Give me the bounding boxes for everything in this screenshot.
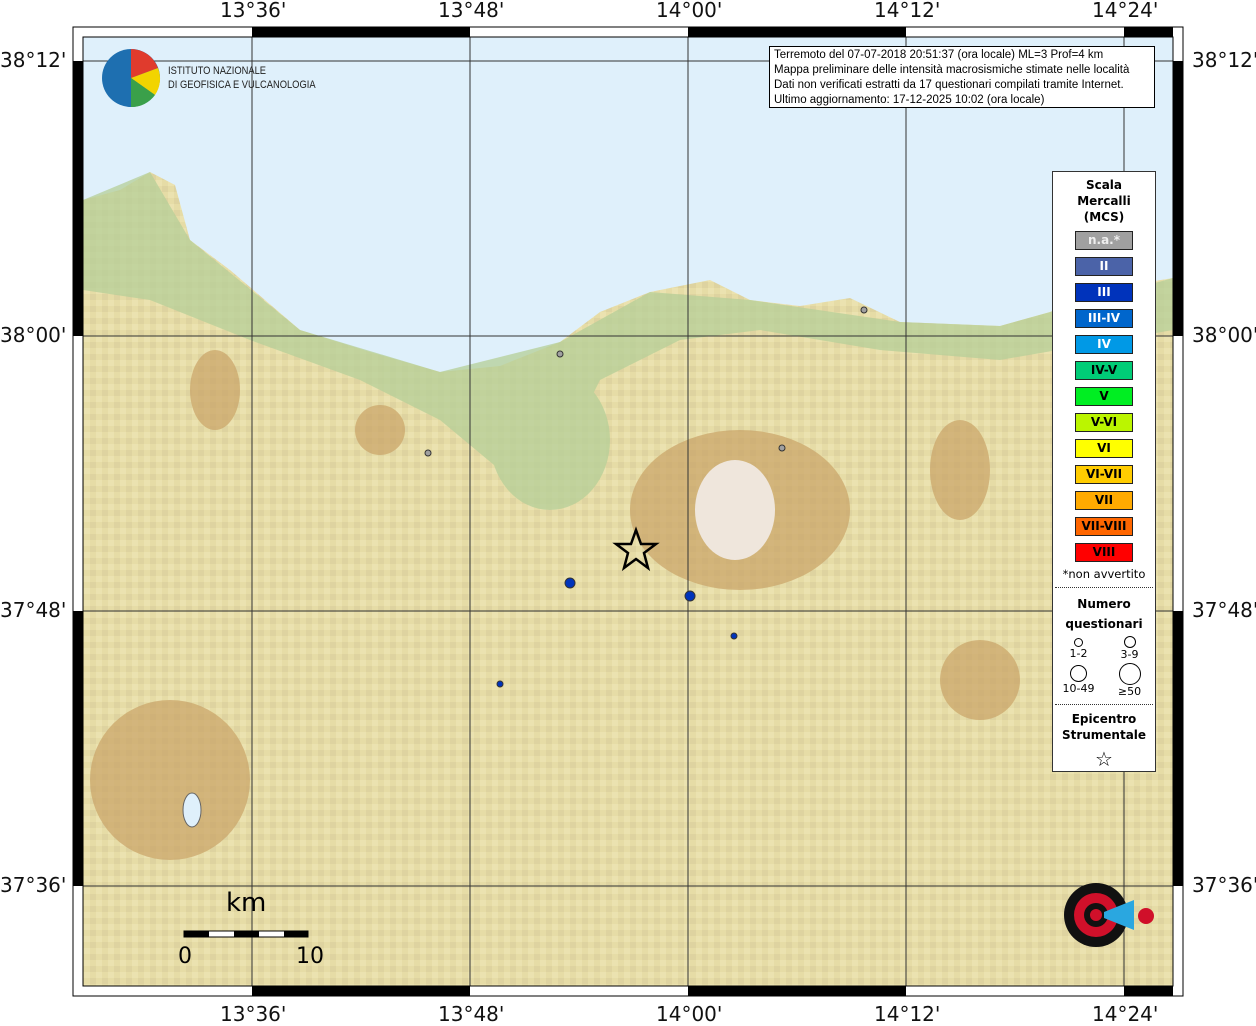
lat-label-left: 37°36' (0, 873, 67, 897)
info-line: Dati non verificati estratti da 17 quest… (774, 79, 1124, 91)
intensity-point[interactable] (684, 590, 696, 602)
event-info-box: Terremoto del 07-07-2018 20:51:37 (ora l… (769, 46, 1155, 108)
legend-swatch: IV (1075, 335, 1133, 354)
legend-title: Scala (1085, 178, 1123, 192)
scale-max: 10 (296, 944, 324, 969)
ingv-logo-icon (102, 49, 161, 108)
epicenter-title: Epicentro (1071, 712, 1137, 726)
intensity-point[interactable] (564, 577, 576, 589)
count-1-2: 1-2 (1053, 636, 1104, 661)
mountain-peak (695, 460, 775, 560)
legend-swatch: III (1075, 283, 1133, 302)
intensity-point[interactable] (730, 632, 738, 640)
logo-line: DI GEOFISICA E VULCANOLOGIA (168, 79, 316, 91)
intensity-point[interactable] (860, 306, 868, 314)
divider (1055, 587, 1153, 588)
count-label: ≥50 (1117, 685, 1142, 698)
info-line: Ultimo aggiornamento: 17-12-2025 10:02 (… (774, 94, 1045, 106)
legend: Scala Mercalli (MCS) n.a.* II III III-IV IV I… (1052, 171, 1156, 772)
info-line: Mappa preliminare delle intensità macros… (774, 64, 1130, 76)
legend-swatch: VIII (1075, 543, 1133, 562)
count-label: 1-2 (1069, 647, 1088, 660)
count-title: questionari (1065, 617, 1143, 631)
lat-label-right: 38°00' (1192, 323, 1256, 347)
legend-swatch: III-IV (1075, 309, 1133, 328)
intensity-point[interactable] (496, 680, 504, 688)
count-title: Numero (1077, 597, 1131, 611)
count-50: ≥50 (1104, 663, 1155, 698)
brand-text: haisentitoilterremoto.it www. (1040, 862, 1041, 863)
lon-label-top: 14°00' (656, 0, 723, 22)
lake (182, 792, 202, 828)
legend-swatch: VI-VII (1075, 465, 1133, 484)
scale-bar (183, 930, 309, 938)
count-10-49: 10-49 (1053, 663, 1104, 698)
info-line: Terremoto del 07-07-2018 20:51:37 (ora l… (774, 49, 1104, 61)
divider (1055, 704, 1153, 705)
epicenter-title: Strumentale (1061, 728, 1147, 742)
lon-label-bottom: 13°36' (220, 1002, 287, 1026)
lon-label-top: 14°12' (874, 0, 941, 22)
lon-label-top: 13°36' (220, 0, 287, 22)
lon-label-bottom: 14°24' (1092, 1002, 1159, 1026)
intensity-point[interactable] (778, 444, 786, 452)
lat-label-left: 37°48' (0, 598, 67, 622)
lon-label-top: 14°24' (1092, 0, 1159, 22)
legend-swatch: V (1075, 387, 1133, 406)
lat-label-right: 37°48' (1192, 598, 1256, 622)
lon-label-bottom: 14°00' (656, 1002, 723, 1026)
legend-swatch: V-VI (1075, 413, 1133, 432)
legend-swatch: IV-V (1075, 361, 1133, 380)
count-label: 3-9 (1120, 648, 1139, 661)
lon-label-bottom: 13°48' (438, 1002, 505, 1026)
legend-swatch: II (1075, 257, 1133, 276)
count-3-9: 3-9 (1104, 636, 1155, 661)
legend-swatch: VII (1075, 491, 1133, 510)
logo-line: ISTITUTO NAZIONALE (168, 65, 267, 77)
count-label: 10-49 (1062, 682, 1095, 695)
legend-swatch: n.a.* (1075, 231, 1133, 250)
legend-title: Mercalli (1077, 194, 1131, 208)
legend-swatch: VI (1075, 439, 1133, 458)
lon-label-top: 13°48' (438, 0, 505, 22)
legend-title: (MCS) (1083, 210, 1125, 224)
lat-label-left: 38°12' (0, 48, 67, 72)
lat-label-left: 38°00' (0, 323, 67, 347)
ingv-logo-text: ISTITUTO NAZIONALE DI GEOFISICA E VULCANO… (168, 64, 316, 92)
lon-label-bottom: 14°12' (874, 1002, 941, 1026)
scale-min: 0 (178, 944, 192, 969)
star-icon: ☆ (1095, 747, 1113, 771)
scale-unit: km (226, 888, 267, 918)
lat-label-right: 37°36' (1192, 873, 1256, 897)
intensity-point[interactable] (556, 350, 564, 358)
legend-note: *non avvertito (1062, 567, 1146, 581)
legend-swatch: VII-VIII (1075, 517, 1133, 536)
intensity-point[interactable] (424, 449, 432, 457)
lat-label-right: 38°12' (1192, 48, 1256, 72)
